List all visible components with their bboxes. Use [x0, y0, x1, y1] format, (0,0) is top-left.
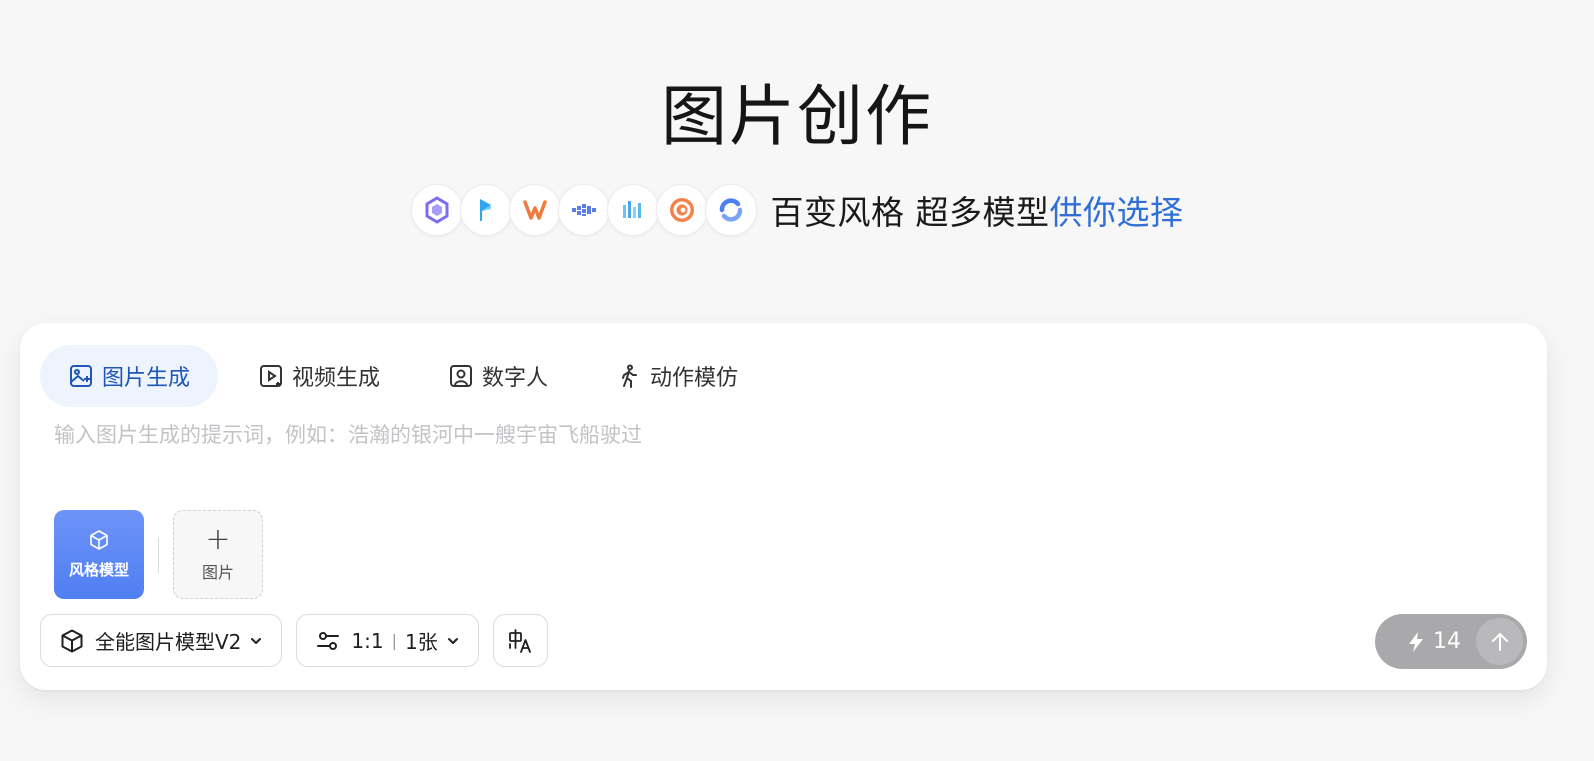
- tab-label: 数字人: [482, 366, 549, 391]
- lightning-icon: [1409, 631, 1423, 652]
- tab-label: 图片生成: [102, 366, 191, 391]
- chevron-down-icon: [251, 637, 262, 644]
- prompt-input[interactable]: [54, 419, 1494, 499]
- digital-human-icon: [448, 363, 474, 389]
- pixverse-logo-icon: [557, 184, 610, 236]
- slogan-main: 百变风格 超多模型: [770, 193, 1050, 232]
- model-logo-row: [410, 184, 757, 236]
- credit-cost: 14: [1433, 629, 1461, 654]
- style-model-button[interactable]: 风格模型: [54, 510, 144, 599]
- tab-image-generation[interactable]: 图片生成: [40, 345, 219, 407]
- translate-icon: [509, 628, 532, 653]
- plus-icon: +: [205, 521, 231, 557]
- hero-subtitle: 百变风格 超多模型供你选择: [0, 180, 1594, 240]
- spark-logo-icon: [704, 184, 757, 236]
- qwen-logo-icon: [410, 184, 463, 236]
- video-gen-icon: [258, 363, 284, 389]
- page-title: 图片创作: [661, 78, 933, 155]
- model-select-label: 全能图片模型V2: [95, 630, 242, 654]
- style-model-label: 风格模型: [68, 561, 129, 579]
- tab-motion-mimic[interactable]: 动作模仿: [588, 345, 766, 407]
- send-button[interactable]: [1476, 618, 1523, 665]
- ratio-count-select[interactable]: 1:1 | 1张: [296, 614, 479, 667]
- vidu-logo-icon: [508, 184, 561, 236]
- generation-controls: 全能图片模型V2 1:1 | 1张: [40, 614, 562, 667]
- cube-icon: [90, 530, 108, 550]
- model-select[interactable]: 全能图片模型V2: [40, 614, 283, 667]
- slogan: 百变风格 超多模型供你选择: [771, 186, 1184, 234]
- mode-tabs: 图片生成 视频生成 数字人 动作模仿: [40, 345, 778, 407]
- cube-icon: [61, 629, 83, 652]
- send-group: 14: [1375, 614, 1527, 669]
- slogan-accent: 供你选择: [1049, 193, 1184, 232]
- divider: [158, 536, 159, 573]
- image-gen-icon: [68, 363, 94, 389]
- arrow-up-icon: [1491, 632, 1508, 651]
- sliders-icon: [317, 631, 340, 650]
- tab-video-generation[interactable]: 视频生成: [230, 345, 408, 407]
- motion-mimic-icon: [616, 363, 642, 389]
- add-image-button[interactable]: + 图片: [173, 510, 263, 599]
- tab-label: 视频生成: [292, 366, 381, 391]
- doubao-logo-icon: [606, 184, 659, 236]
- tab-digital-human[interactable]: 数字人: [420, 345, 576, 407]
- count-value: 1张: [404, 630, 438, 654]
- page-root: 图片创作 百变风格 超多模型供你选择 图片生成 视频生成 数字人 动作模仿 输入…: [0, 0, 1594, 761]
- kling-logo-icon: [459, 184, 512, 236]
- add-image-label: 图片: [201, 562, 234, 582]
- ratio-value: 1:1: [351, 628, 384, 653]
- hailuo-logo-icon: [655, 184, 708, 236]
- chevron-down-icon: [447, 637, 458, 644]
- creation-card: 图片生成 视频生成 数字人 动作模仿 输入图片生成的提示词，例如：浩瀚的银河中一…: [20, 323, 1547, 690]
- translate-button[interactable]: [492, 614, 548, 667]
- attach-row: 风格模型 + 图片: [54, 510, 263, 599]
- tab-label: 动作模仿: [650, 366, 739, 391]
- separator: |: [391, 631, 397, 650]
